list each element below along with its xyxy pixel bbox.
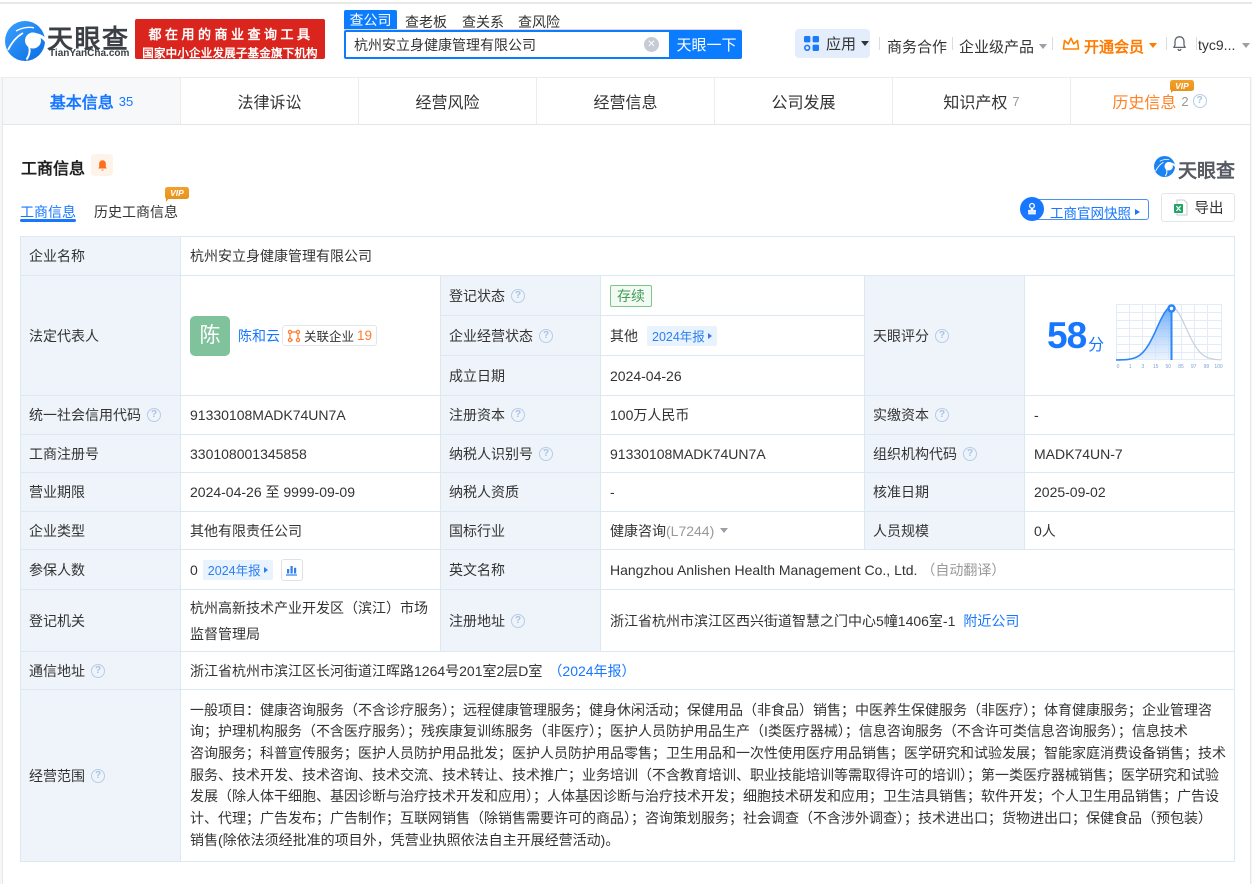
svg-text:50: 50 [1166,364,1172,370]
svg-text:85: 85 [1178,364,1184,370]
svg-text:0: 0 [1117,364,1120,370]
svg-text:100: 100 [1214,364,1223,370]
svg-text:15: 15 [1153,364,1159,370]
svg-text:1: 1 [1129,364,1132,370]
svg-text:97: 97 [1191,364,1197,370]
svg-text:3: 3 [1142,364,1145,370]
svg-text:99: 99 [1204,364,1210,370]
